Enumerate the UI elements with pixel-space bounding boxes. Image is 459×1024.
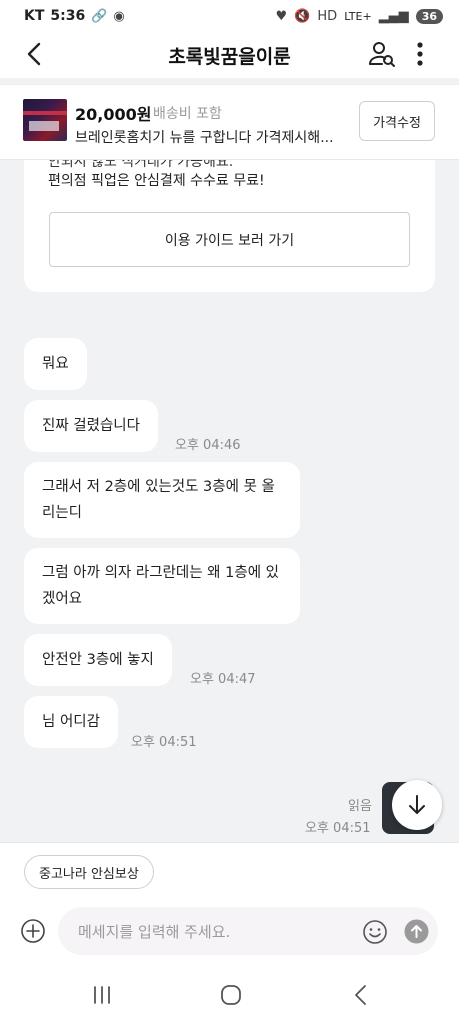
status-bar: KT 5:36 🔗 ◉ ♥ 🔇 HD LTE+ ▂▄▆ 36 [0, 0, 459, 32]
chat-header: 초록빛꿈을이룬 [0, 32, 459, 78]
arrow-down-icon [409, 795, 425, 814]
hd-icon: HD [317, 8, 338, 24]
message-time: 오후 04:51 [131, 735, 197, 750]
shipping-label: 배송비 포함 [153, 106, 222, 122]
send-arrow-icon[interactable] [404, 919, 429, 944]
message-bubble: 진짜 걸렸습니다 [24, 400, 158, 452]
product-title: 브레인롯홈치기 뉴를 구합니다 가격제시해... [75, 130, 334, 146]
product-banner[interactable]: 20,000원 배송비 포함 브레인롯홈치기 뉴를 구합니다 가격제시해... … [0, 84, 459, 160]
carrier-label: KT [24, 8, 45, 24]
info-card: 안되시 않도 직거래가 가능해요. 편의점 픽업은 안심결제 수수료 무료! 이… [24, 160, 435, 292]
message-time: 오후 04:46 [175, 438, 241, 453]
heart-icon: ♥ [275, 8, 288, 24]
message-text: 그럼 아까 의자 라그란데는 왜 1층에 있겠어요 [42, 565, 279, 607]
message-text: 님 어디감 [42, 714, 100, 730]
sent-message-time: 오후 04:51 [305, 821, 371, 836]
battery-indicator: 36 [415, 8, 443, 24]
status-left: KT 5:36 🔗 ◉ [24, 8, 125, 24]
app-icon: ◉ [113, 8, 125, 24]
read-status: 읽음 [348, 799, 372, 814]
message-text: 진짜 걸렸습니다 [42, 418, 140, 434]
person-search-icon[interactable] [368, 40, 396, 68]
safety-chip[interactable]: 중고나라 안심보상 [24, 855, 154, 889]
info-text: 편의점 픽업은 안심결제 수수료 무료! [48, 173, 265, 189]
recent-apps-icon[interactable] [90, 986, 114, 1004]
signal-icon: ▂▄▆ [378, 8, 409, 24]
back-icon[interactable] [350, 984, 372, 1006]
message-text: 안전안 3층에 놓지 [42, 652, 154, 668]
scroll-down-button[interactable] [392, 780, 442, 830]
product-thumbnail [23, 99, 67, 141]
message-bubble: 안전안 3층에 놓지 [24, 634, 172, 686]
clock-label: 5:36 [50, 8, 86, 24]
message-placeholder: 메세지를 입력해 주세요. [78, 923, 231, 941]
message-bubble: 그럼 아까 의자 라그란데는 왜 1층에 있겠어요 [24, 548, 300, 624]
link-icon: 🔗 [91, 8, 108, 24]
guide-button[interactable]: 이용 가이드 보러 가기 [49, 212, 410, 267]
message-bubble: 그래서 저 2층에 있는것도 3층에 못 올리는디 [24, 462, 300, 538]
mute-icon: 🔇 [294, 8, 311, 24]
message-bubble: 님 어디감 [24, 696, 118, 748]
emoji-icon[interactable] [362, 919, 388, 945]
plus-circle-icon[interactable] [20, 918, 46, 944]
system-nav-bar [0, 970, 459, 1024]
product-price: 20,000원 [75, 105, 152, 124]
network-label: LTE+ [344, 9, 372, 23]
message-text: 뭐요 [42, 356, 69, 372]
message-time: 오후 04:47 [190, 672, 256, 687]
edit-price-button[interactable]: 가격수정 [359, 101, 435, 141]
home-icon[interactable] [220, 984, 242, 1006]
status-right: ♥ 🔇 HD LTE+ ▂▄▆ 36 [275, 8, 443, 24]
more-vertical-icon[interactable] [410, 40, 430, 68]
message-text: 그래서 저 2층에 있는것도 3층에 못 올리는디 [42, 479, 275, 521]
message-bubble: 뭐요 [24, 338, 87, 390]
message-input[interactable]: 메세지를 입력해 주세요. [58, 907, 438, 955]
